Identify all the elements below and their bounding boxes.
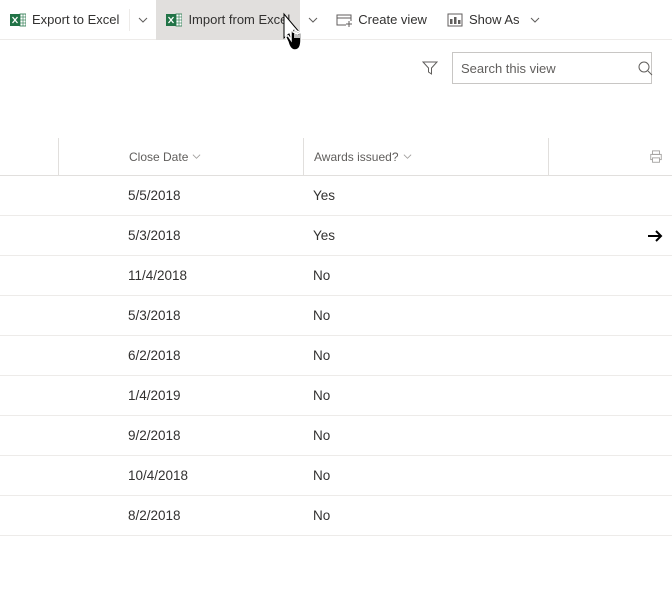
cell-close-date: 6/2/2018	[58, 348, 303, 363]
show-as-icon	[447, 12, 463, 28]
cell-awards-issued: No	[303, 268, 548, 283]
col-awards-label: Awards issued?	[314, 150, 399, 164]
cell-close-date: 5/3/2018	[58, 308, 303, 323]
filter-icon[interactable]	[422, 60, 438, 76]
chevron-down-icon	[308, 15, 318, 25]
cell-close-date: 5/5/2018	[58, 188, 303, 203]
search-row	[0, 40, 672, 96]
export-label: Export to Excel	[32, 12, 119, 27]
column-awards-issued[interactable]: Awards issued?	[303, 138, 548, 175]
create-view-button[interactable]: Create view	[326, 0, 437, 40]
table-row[interactable]: 5/3/2018No	[0, 296, 672, 336]
cell-awards-issued: No	[303, 388, 548, 403]
cell-awards-issued: No	[303, 508, 548, 523]
cell-awards-issued: No	[303, 468, 548, 483]
chevron-down-icon	[530, 15, 540, 25]
column-actions	[548, 138, 672, 175]
print-icon[interactable]	[648, 150, 664, 164]
grid-header: Close Date Awards issued?	[0, 138, 672, 176]
cell-awards-issued: Yes	[303, 188, 548, 203]
grid-body: 5/5/2018Yes5/3/2018Yes11/4/2018No5/3/201…	[0, 176, 672, 536]
import-label: Import from Excel	[188, 12, 290, 27]
chevron-down-icon	[192, 152, 201, 161]
table-row[interactable]: 11/4/2018No	[0, 256, 672, 296]
table-row[interactable]: 5/5/2018Yes	[0, 176, 672, 216]
export-to-excel-button[interactable]: Export to Excel	[0, 0, 129, 40]
import-dropdown[interactable]	[300, 0, 326, 40]
cell-close-date: 10/4/2018	[58, 468, 303, 483]
show-as-button[interactable]: Show As	[437, 0, 550, 40]
col-close-label: Close Date	[129, 150, 188, 164]
export-dropdown[interactable]	[130, 0, 156, 40]
create-view-label: Create view	[358, 12, 427, 27]
import-from-excel-button[interactable]: Import from Excel	[156, 0, 300, 40]
cell-close-date: 5/3/2018	[58, 228, 303, 243]
search-input[interactable]	[461, 61, 637, 76]
table-row[interactable]: 6/2/2018No	[0, 336, 672, 376]
search-box[interactable]	[452, 52, 652, 84]
cell-awards-issued: No	[303, 428, 548, 443]
table-row[interactable]: 10/4/2018No	[0, 456, 672, 496]
cell-awards-issued: No	[303, 348, 548, 363]
excel-icon	[10, 12, 26, 28]
cell-close-date: 8/2/2018	[58, 508, 303, 523]
cell-action[interactable]	[548, 227, 672, 245]
command-bar: Export to Excel Import from Excel Create…	[0, 0, 672, 40]
show-as-label: Show As	[469, 12, 520, 27]
chevron-down-icon	[403, 152, 412, 161]
excel-icon	[166, 12, 182, 28]
cell-awards-issued: No	[303, 308, 548, 323]
table-row[interactable]: 1/4/2019No	[0, 376, 672, 416]
arrow-right-icon[interactable]	[646, 227, 664, 245]
search-icon[interactable]	[637, 60, 653, 76]
cell-awards-issued: Yes	[303, 228, 548, 243]
column-close-date[interactable]: Close Date	[58, 138, 303, 175]
create-view-icon	[336, 12, 352, 28]
table-row[interactable]: 5/3/2018Yes	[0, 216, 672, 256]
table-row[interactable]: 9/2/2018No	[0, 416, 672, 456]
table-row[interactable]: 8/2/2018No	[0, 496, 672, 536]
cell-close-date: 1/4/2019	[58, 388, 303, 403]
cell-close-date: 11/4/2018	[58, 268, 303, 283]
chevron-down-icon	[138, 15, 148, 25]
cell-close-date: 9/2/2018	[58, 428, 303, 443]
